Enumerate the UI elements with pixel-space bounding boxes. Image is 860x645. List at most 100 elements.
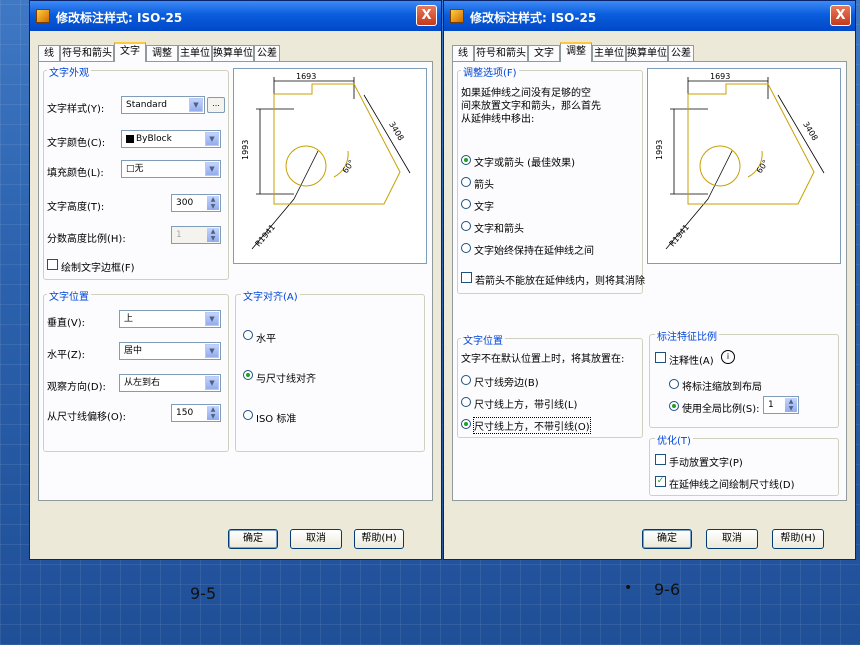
align-horizontal-label: 水平 [256, 334, 276, 345]
close-button[interactable]: X [830, 5, 851, 26]
over-with-leader-radio[interactable] [461, 397, 471, 407]
help-button[interactable]: 帮助(H) [772, 529, 824, 549]
tab-lines[interactable]: 线 [452, 45, 474, 61]
close-button[interactable]: X [416, 5, 437, 26]
fit-text-radio[interactable] [461, 199, 471, 209]
offset-value: 150 [176, 408, 194, 418]
annotative-label: 注释性(A) [669, 356, 714, 367]
fit-arrows-radio[interactable] [461, 177, 471, 187]
fill-color-select[interactable]: □无 ▼ [121, 160, 221, 178]
spinner-arrows-icon[interactable]: ▲ ▼ [207, 228, 219, 242]
tab-panel: 调整选项(F) 如果延伸线之间没有足够的空 间来放置文字和箭头，那么首先 从延伸… [452, 61, 847, 501]
align-iso-radio[interactable] [243, 410, 253, 420]
horizontal-value: 居中 [124, 346, 143, 356]
fit-keep-text-label: 文字始终保持在延伸线之间 [474, 246, 594, 257]
tab-tolerances[interactable]: 公差 [254, 45, 280, 61]
ok-button[interactable]: 确定 [642, 529, 692, 549]
angle-text: 60° [755, 158, 771, 175]
spinner-arrows-icon[interactable]: ▲ ▼ [207, 196, 219, 210]
vertical-select[interactable]: 上 ▼ [119, 310, 221, 328]
tab-alternate-units[interactable]: 换算单位 [626, 45, 668, 61]
caption-9-5: 9-5 [190, 584, 217, 603]
chevron-down-icon: ▼ [189, 98, 203, 112]
manual-text-checkbox[interactable] [655, 454, 666, 465]
text-style-select[interactable]: Standard ▼ [121, 96, 205, 114]
align-dimension-line-radio[interactable] [243, 370, 253, 380]
draw-dim-line-checkbox[interactable]: ✓ [655, 476, 666, 487]
chevron-down-icon: ▼ [205, 312, 219, 326]
over-with-leader-label: 尺寸线上方，带引线(L) [474, 400, 578, 411]
fit-arrows-label: 箭头 [474, 180, 494, 191]
tab-text[interactable]: 文字 [528, 45, 560, 61]
fit-both-radio[interactable] [461, 221, 471, 231]
fine-tuning-label: 优化(T) [655, 432, 693, 447]
title-bar[interactable]: 修改标注样式: ISO-25 X [444, 1, 855, 31]
text-style-ellipsis-button[interactable]: ... [207, 97, 225, 113]
scale-label: 标注特征比例 [655, 328, 719, 343]
tab-lines[interactable]: 线 [38, 45, 60, 61]
scale-to-layout-radio[interactable] [669, 379, 679, 389]
text-color-select[interactable]: ByBlock ▼ [121, 130, 221, 148]
chevron-down-icon: ▼ [205, 376, 219, 390]
draw-frame-checkbox[interactable] [47, 259, 58, 270]
cancel-button[interactable]: 取消 [290, 529, 342, 549]
manual-text-label: 手动放置文字(P) [669, 458, 743, 469]
fraction-height-spinner[interactable]: 1 ▲ ▼ [171, 226, 221, 244]
offset-label: 从尺寸线偏移(O): [47, 412, 127, 423]
tab-symbols-arrows[interactable]: 符号和箭头 [60, 45, 114, 61]
global-scale-label: 使用全局比例(S): [682, 404, 760, 415]
dialog-title: 修改标注样式: ISO-25 [56, 11, 183, 25]
dim-top-text: 1693 [710, 72, 730, 81]
info-icon[interactable]: i [721, 350, 735, 364]
text-height-spinner[interactable]: 300 ▲ ▼ [171, 194, 221, 212]
text-style-label: 文字样式(Y): [47, 104, 105, 115]
fit-keep-text-radio[interactable] [461, 243, 471, 253]
text-placement-label: 文字位置 [47, 288, 91, 303]
fit-best-label: 文字或箭头 (最佳效果) [474, 158, 575, 169]
view-direction-select[interactable]: 从左到右 ▼ [119, 374, 221, 392]
spinner-arrows-icon[interactable]: ▲ ▼ [785, 398, 797, 412]
preview-pane: 1693 1993 3408 60° R1941 [647, 68, 841, 264]
vertical-value: 上 [124, 314, 134, 324]
tab-primary-units[interactable]: 主单位 [592, 45, 626, 61]
offset-spinner[interactable]: 150 ▲ ▼ [171, 404, 221, 422]
dim-left-text: 1993 [241, 140, 250, 160]
horizontal-label: 水平(Z): [47, 350, 86, 361]
align-horizontal-radio[interactable] [243, 330, 253, 340]
tab-symbols-arrows[interactable]: 符号和箭头 [474, 45, 528, 61]
tab-fit[interactable]: 调整 [146, 45, 178, 61]
horizontal-select[interactable]: 居中 ▼ [119, 342, 221, 360]
annotative-checkbox[interactable] [655, 352, 666, 363]
fit-both-label: 文字和箭头 [474, 224, 524, 235]
draw-dim-line-label: 在延伸线之间绘制尺寸线(D) [669, 480, 795, 491]
spinner-arrows-icon[interactable]: ▲ ▼ [207, 406, 219, 420]
title-bar[interactable]: 修改标注样式: ISO-25 X [30, 1, 441, 31]
radius-text: R1941 [253, 223, 277, 249]
fit-best-radio[interactable] [461, 155, 471, 165]
over-without-leader-radio[interactable] [461, 419, 471, 429]
global-scale-radio[interactable] [669, 401, 679, 411]
beside-dim-line-radio[interactable] [461, 375, 471, 385]
ok-button[interactable]: 确定 [228, 529, 278, 549]
view-direction-label: 观察方向(D): [47, 382, 106, 393]
text-alignment-label: 文字对齐(A) [241, 288, 300, 303]
global-scale-spinner[interactable]: 1 ▲ ▼ [763, 396, 799, 414]
suppress-arrows-checkbox[interactable] [461, 272, 472, 283]
text-placement-label: 文字位置 [461, 332, 505, 347]
tab-fit[interactable]: 调整 [560, 42, 592, 62]
tab-alternate-units[interactable]: 换算单位 [212, 45, 254, 61]
dim-left-text: 1993 [655, 140, 664, 160]
text-color-value: ByBlock [136, 134, 172, 144]
tab-text[interactable]: 文字 [114, 42, 146, 62]
help-button[interactable]: 帮助(H) [354, 529, 404, 549]
align-iso-label: ISO 标准 [256, 414, 297, 425]
cancel-button[interactable]: 取消 [706, 529, 758, 549]
dimension-preview-drawing: 1693 1993 3408 60° R1941 [241, 72, 411, 250]
tab-panel: 文字外观 文字样式(Y): Standard ▼ ... 文字颜色(C): By… [38, 61, 433, 501]
tab-primary-units[interactable]: 主单位 [178, 45, 212, 61]
fill-color-value: □无 [126, 164, 144, 174]
dialog-fit-settings: 修改标注样式: ISO-25 X 线 符号和箭头 文字 调整 主单位 换算单位 … [443, 0, 856, 560]
fill-color-label: 填充颜色(L): [47, 168, 104, 179]
fraction-height-label: 分数高度比例(H): [47, 234, 126, 245]
tab-tolerances[interactable]: 公差 [668, 45, 694, 61]
